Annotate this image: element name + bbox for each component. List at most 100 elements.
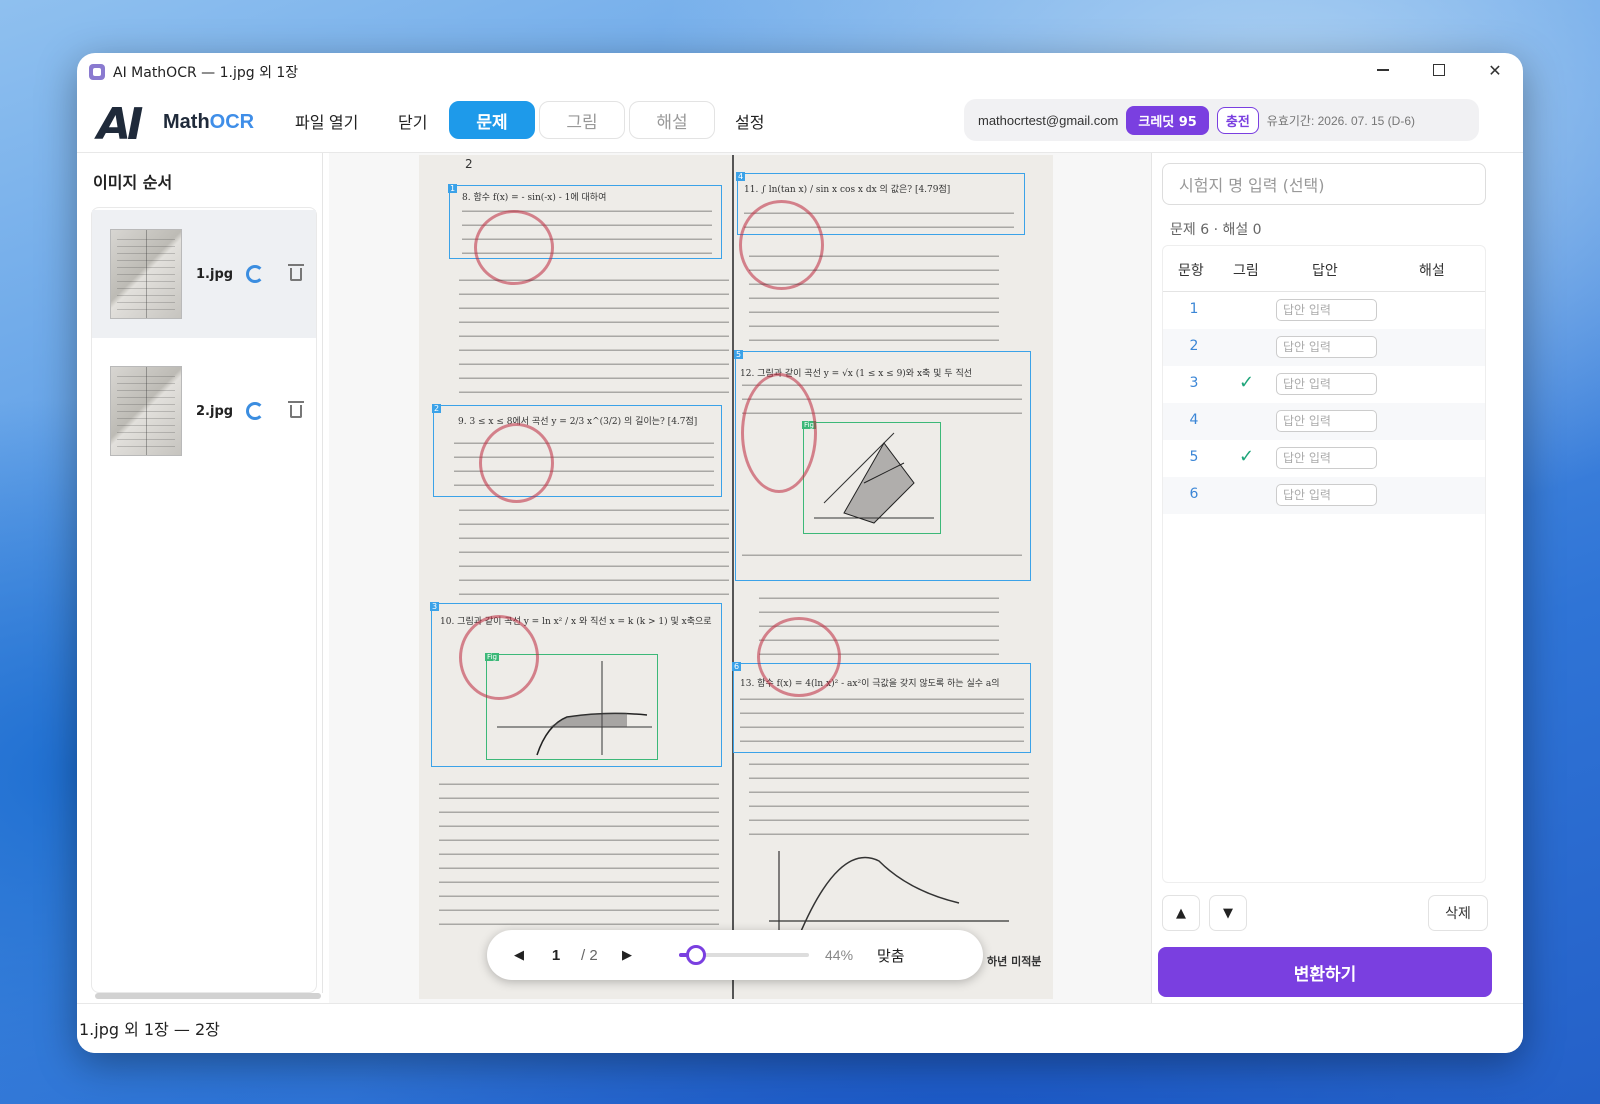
question-text: 8. 함수 f(x) = - sin(-x) - 1에 대하여 xyxy=(462,193,607,203)
image-thumbnail xyxy=(110,366,182,456)
horizontal-scrollbar[interactable] xyxy=(95,993,321,999)
image-order-panel: 이미지 순서 1.jpg 2.jpg xyxy=(85,153,323,999)
table-row[interactable]: 1 답안 입력 xyxy=(1163,292,1485,329)
image-list: 1.jpg 2.jpg xyxy=(91,207,317,993)
prev-page-button[interactable]: ◀ xyxy=(507,947,531,963)
logo-mark: AI xyxy=(97,99,143,150)
tab-problem[interactable]: 문제 xyxy=(449,101,535,139)
zoom-slider[interactable] xyxy=(679,945,809,965)
handwriting xyxy=(459,505,729,595)
handwriting xyxy=(749,251,999,341)
total-pages: / 2 xyxy=(581,946,598,964)
triangle-right-icon: ▶ xyxy=(622,947,632,962)
answer-input[interactable]: 답안 입력 xyxy=(1276,447,1377,469)
tab-figure[interactable]: 그림 xyxy=(539,101,625,139)
answer-input[interactable]: 답안 입력 xyxy=(1276,484,1377,506)
close-icon: ✕ xyxy=(1488,60,1502,80)
problem-table: 문항 그림 답안 해설 1 답안 입력 2 답안 입력 3 ✓ 답안 입력 4 … xyxy=(1162,245,1486,883)
refresh-icon[interactable] xyxy=(246,402,264,420)
box-label: 3 xyxy=(430,602,440,611)
user-email: mathocrtest@gmail.com xyxy=(978,112,1119,128)
page-viewer: 2 1 8. 함수 f(x) = - sin(-x) - 1에 대하여 2 9.… xyxy=(329,153,1151,1003)
tab-explanation[interactable]: 해설 xyxy=(629,101,715,139)
charge-button[interactable]: 충전 xyxy=(1216,106,1259,134)
minimize-button[interactable] xyxy=(1355,53,1411,87)
table-row[interactable]: 5 ✓ 답안 입력 xyxy=(1163,440,1485,477)
question-text: 11. ∫ ln(tan x) / sin x cos x dx 의 값은? [… xyxy=(744,185,951,195)
delete-button[interactable]: 삭제 xyxy=(1428,895,1488,931)
table-row[interactable]: 2 답안 입력 xyxy=(1163,329,1485,366)
image-item[interactable]: 1.jpg xyxy=(92,210,316,338)
page-navigator: ◀ 1 / 2 ▶ 44% 맞춤 xyxy=(487,930,983,980)
red-circle-mark xyxy=(757,617,841,697)
convert-button[interactable]: 변환하기 xyxy=(1158,947,1492,997)
menu-open-file[interactable]: 파일 열기 xyxy=(295,109,358,133)
zoom-percent: 44% xyxy=(825,947,854,963)
answer-input[interactable]: 답안 입력 xyxy=(1276,336,1377,358)
row-no: 1 xyxy=(1189,301,1199,317)
table-row[interactable]: 3 ✓ 답안 입력 xyxy=(1163,366,1485,403)
image-name: 1.jpg xyxy=(196,266,234,282)
row-no: 2 xyxy=(1189,338,1199,354)
title-bar: AI MathOCR — 1.jpg 외 1장 ✕ xyxy=(77,53,1523,91)
zoom-slider-knob[interactable] xyxy=(686,945,707,965)
problem-counts: 문제 6 · 해설 0 xyxy=(1170,222,1262,238)
app-icon xyxy=(89,64,105,80)
table-header: 문항 그림 답안 해설 xyxy=(1163,246,1485,292)
problem-list-panel: 시험지 명 입력 (선택) 문제 6 · 해설 0 문항 그림 답안 해설 1 … xyxy=(1151,153,1523,1003)
expire-date: 유효기간: 2026. 07. 15 (D-6) xyxy=(1266,113,1415,128)
row-no: 4 xyxy=(1189,412,1199,428)
answer-input[interactable]: 답안 입력 xyxy=(1276,373,1377,395)
row-no: 3 xyxy=(1189,375,1199,391)
move-down-button[interactable]: ▼ xyxy=(1209,895,1247,931)
table-row[interactable]: 6 답안 입력 xyxy=(1163,477,1485,514)
maximize-icon xyxy=(1433,64,1445,76)
image-thumbnail xyxy=(110,229,182,319)
menu-settings[interactable]: 설정 xyxy=(735,109,764,133)
handwriting xyxy=(439,775,719,925)
app-window: AI MathOCR — 1.jpg 외 1장 ✕ AI MathOCR 파일 … xyxy=(77,53,1523,1053)
header-no: 문항 xyxy=(1178,263,1204,279)
triangle-down-icon: ▼ xyxy=(1223,905,1233,921)
row-no: 6 xyxy=(1189,486,1199,502)
current-page[interactable]: 1 xyxy=(531,947,581,964)
handwriting xyxy=(459,273,729,393)
logo-text-math: Math xyxy=(163,111,210,133)
trash-icon[interactable] xyxy=(288,263,304,281)
figure-check: ✓ xyxy=(1239,446,1255,467)
box-label: 1 xyxy=(448,184,458,193)
answer-input[interactable]: 답안 입력 xyxy=(1276,299,1377,321)
exam-name-input[interactable]: 시험지 명 입력 (선택) xyxy=(1162,163,1486,205)
move-up-button[interactable]: ▲ xyxy=(1162,895,1200,931)
close-window-button[interactable]: ✕ xyxy=(1467,53,1523,87)
box-label: 6 xyxy=(732,662,742,671)
maximize-button[interactable] xyxy=(1411,53,1467,87)
trash-icon[interactable] xyxy=(288,400,304,418)
image-name: 2.jpg xyxy=(196,403,234,419)
image-item[interactable]: 2.jpg xyxy=(92,347,316,475)
header-figure: 그림 xyxy=(1233,263,1259,279)
figure-box[interactable]: Fig xyxy=(802,421,941,534)
next-page-button[interactable]: ▶ xyxy=(615,947,639,963)
scanned-page: 2 1 8. 함수 f(x) = - sin(-x) - 1에 대하여 2 9.… xyxy=(419,155,1053,999)
panel-title: 이미지 순서 xyxy=(93,173,173,192)
graph-figure xyxy=(814,432,934,524)
refresh-icon[interactable] xyxy=(246,265,264,283)
red-circle-mark xyxy=(459,615,539,700)
question-body xyxy=(740,696,1024,742)
menu-close[interactable]: 닫기 xyxy=(398,109,427,133)
page-footer: 하년 미적분 xyxy=(987,955,1042,968)
window-title: AI MathOCR — 1.jpg 외 1장 xyxy=(113,65,299,81)
answer-input[interactable]: 답안 입력 xyxy=(1276,410,1377,432)
table-row[interactable]: 4 답안 입력 xyxy=(1163,403,1485,440)
header-explain: 해설 xyxy=(1419,263,1445,279)
triangle-left-icon: ◀ xyxy=(514,947,524,962)
page-top-number: 2 xyxy=(465,157,473,171)
status-text: 1.jpg 외 1장 — 2장 xyxy=(79,1020,220,1039)
handwriting xyxy=(749,755,1029,835)
fit-button[interactable]: 맞춤 xyxy=(877,945,905,966)
box-label: 2 xyxy=(432,404,442,413)
box-label: 5 xyxy=(734,350,744,359)
problem-box-2[interactable]: 2 9. 3 ≤ x ≤ 8에서 곡선 y = 2/3 x^(3/2) 의 길이… xyxy=(432,404,722,497)
red-circle-mark xyxy=(479,423,554,503)
